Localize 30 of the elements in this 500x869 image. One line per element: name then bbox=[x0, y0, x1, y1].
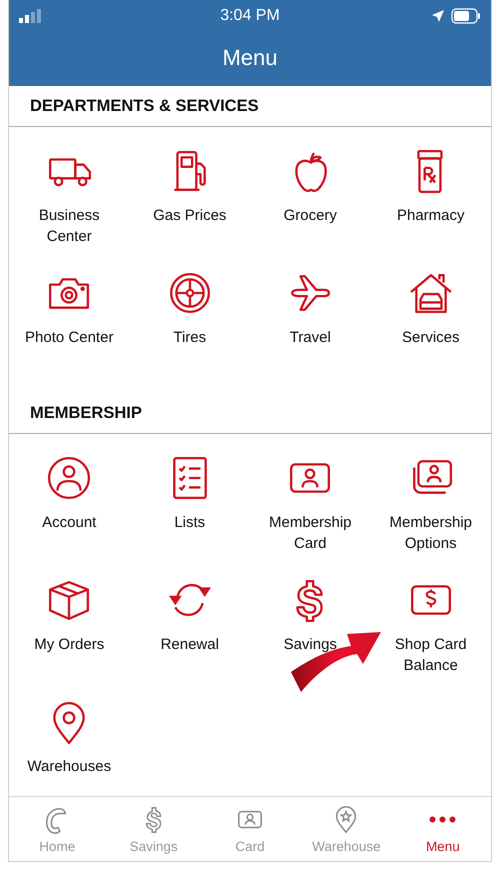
signal-icon bbox=[19, 9, 41, 23]
shortcut-tile[interactable]: Grocery bbox=[250, 149, 370, 271]
box-icon bbox=[47, 578, 92, 622]
shortcut-tile[interactable]: Savings bbox=[250, 578, 370, 700]
shortcut-tile[interactable]: Photo Center bbox=[9, 271, 130, 393]
shortcut-tile[interactable]: Lists bbox=[130, 456, 250, 578]
location-arrow-icon bbox=[431, 9, 445, 23]
status-time: 3:04 PM bbox=[220, 7, 280, 25]
shortcut-tile[interactable]: My Orders bbox=[9, 578, 130, 700]
section-heading: DEPARTMENTS & SERVICES bbox=[30, 96, 259, 116]
page-title: Menu bbox=[222, 44, 278, 72]
shortcut-tile[interactable]: Gas Prices bbox=[130, 149, 250, 271]
shortcut-tile[interactable]: Services bbox=[370, 271, 491, 393]
house-car-icon bbox=[408, 271, 453, 315]
user-circle-icon bbox=[47, 456, 92, 500]
shortcut-tile[interactable]: Renewal bbox=[130, 578, 250, 700]
more-icon bbox=[429, 816, 456, 823]
shortcut-tile[interactable]: Travel bbox=[250, 271, 370, 393]
section-heading: MEMBERSHIP bbox=[30, 404, 142, 422]
shortcut-tile[interactable]: Tires bbox=[130, 271, 250, 393]
tire-icon bbox=[168, 271, 212, 315]
shortcut-tile[interactable]: Business Center bbox=[9, 149, 130, 271]
battery-icon bbox=[451, 8, 481, 24]
shortcut-tile[interactable]: Shop Card Balance bbox=[370, 578, 491, 700]
shortcut-tile[interactable]: Warehouses bbox=[9, 700, 130, 796]
shortcut-tile[interactable]: Account bbox=[9, 456, 130, 578]
shortcut-tile[interactable]: Membership Options bbox=[370, 456, 491, 578]
tab-bar-item[interactable]: Menu bbox=[394, 797, 491, 861]
shortcut-tile[interactable]: Membership Card bbox=[250, 456, 370, 578]
shortcut-tile[interactable]: Pharmacy bbox=[370, 149, 491, 271]
